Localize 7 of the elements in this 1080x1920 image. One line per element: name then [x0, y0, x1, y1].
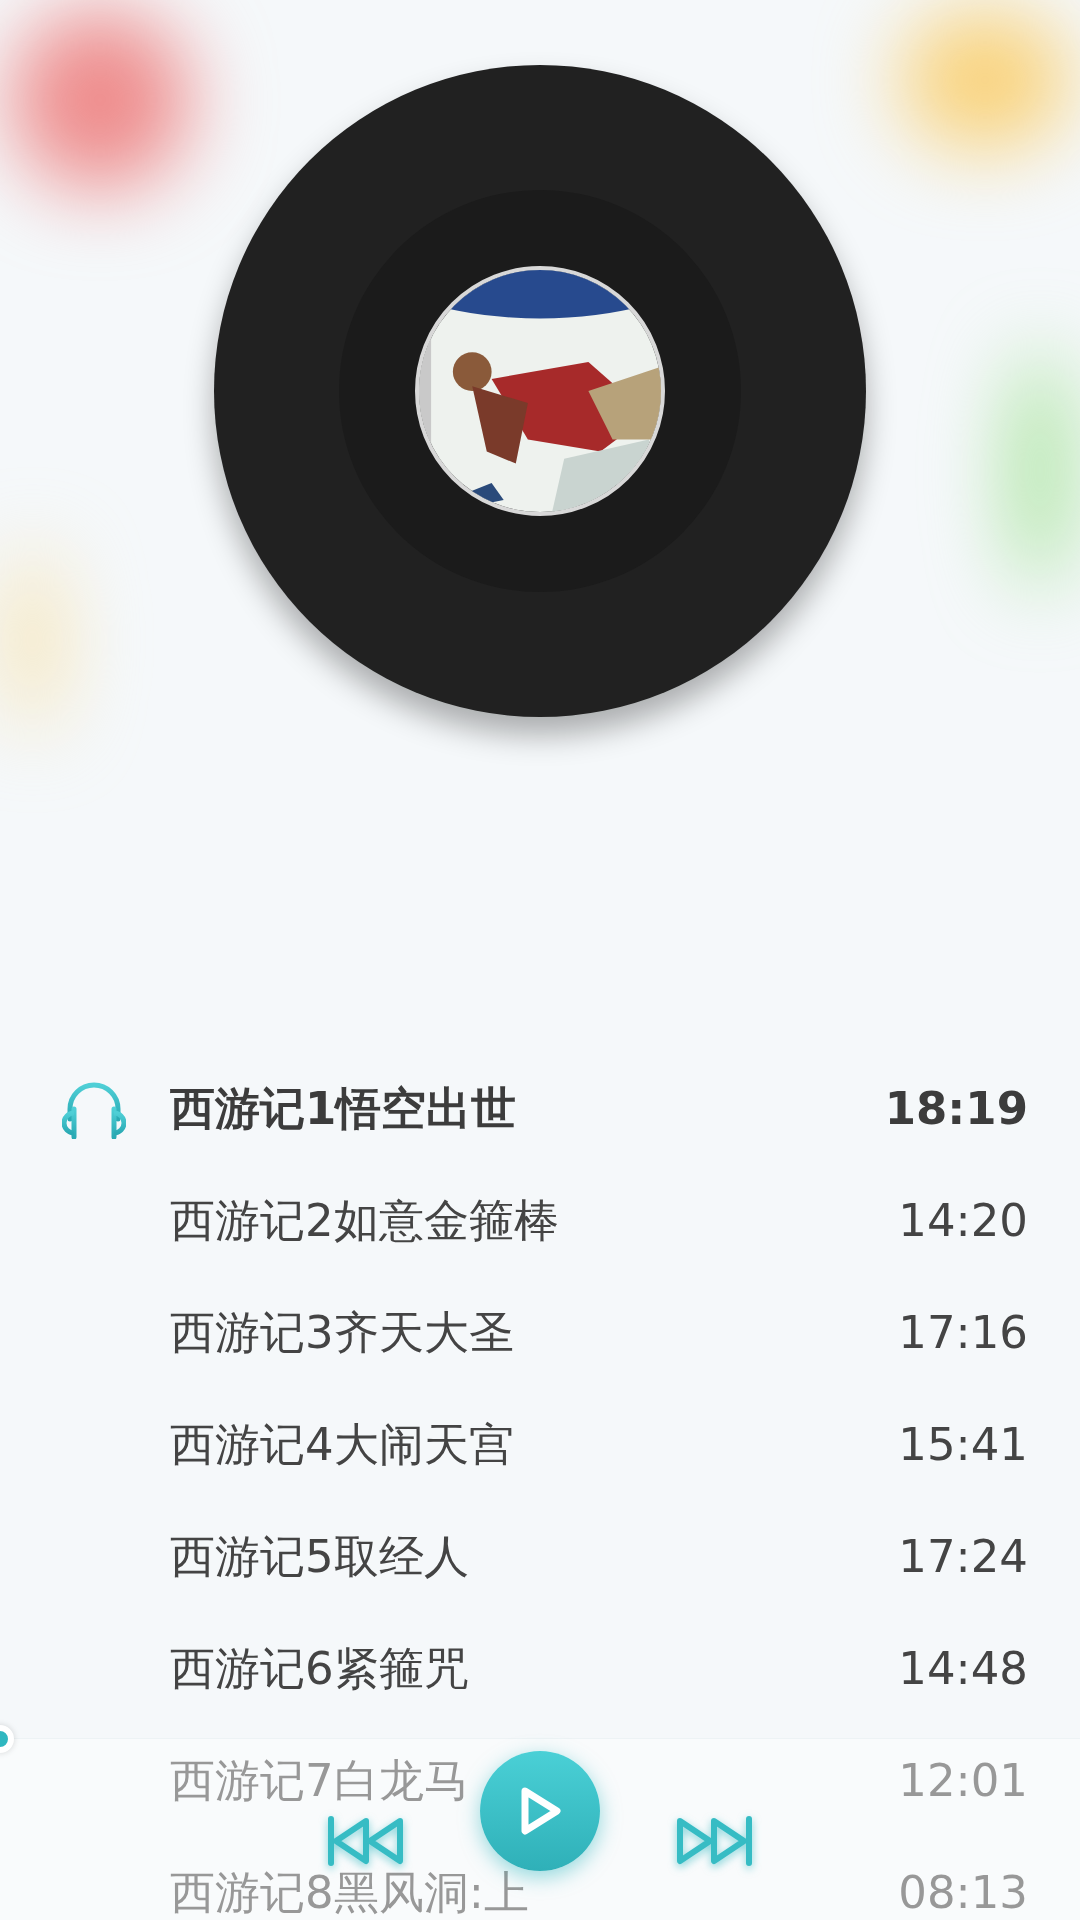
track-item[interactable]: 西游记3齐天大圣 17:16: [0, 1277, 1080, 1389]
track-item[interactable]: 西游记4大闹天宫 15:41: [0, 1389, 1080, 1501]
track-item[interactable]: 西游记2如意金箍棒 14:20: [0, 1165, 1080, 1277]
track-item[interactable]: 西游记1悟空出世 18:19: [0, 1053, 1080, 1165]
track-item[interactable]: 西游记6紧箍咒 14:48: [0, 1613, 1080, 1725]
play-button[interactable]: [480, 1751, 600, 1871]
track-item[interactable]: 西游记5取经人 17:24: [0, 1501, 1080, 1613]
